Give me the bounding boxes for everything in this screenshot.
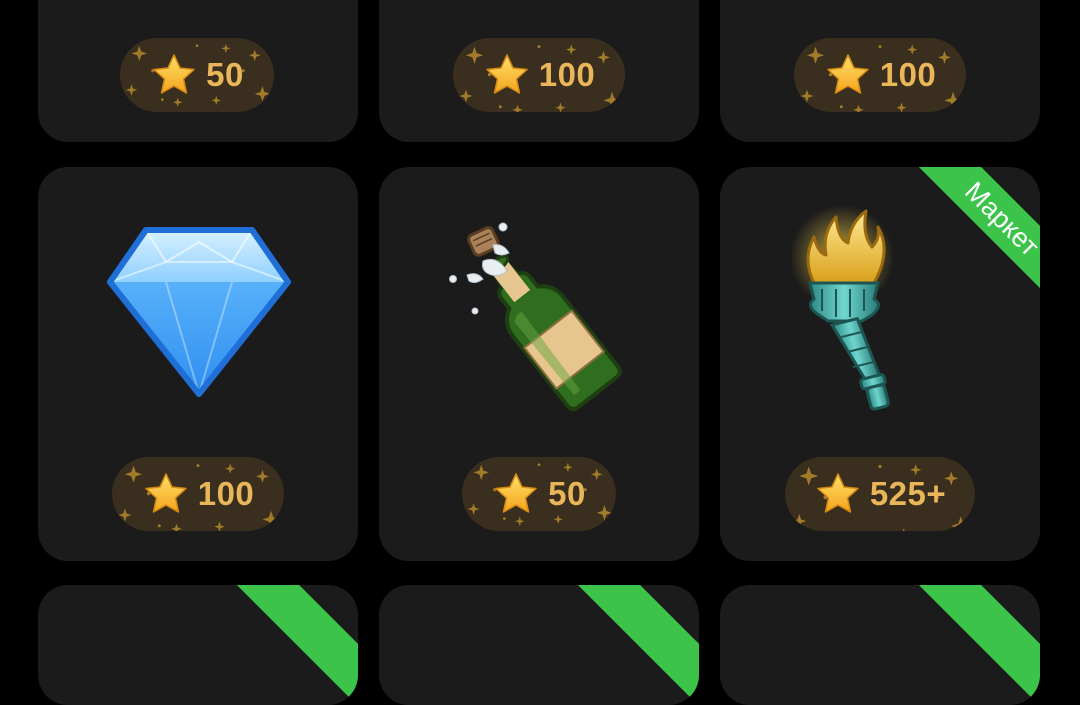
gift-card-9[interactable] <box>720 585 1040 705</box>
price-value: 100 <box>197 475 255 512</box>
price-value: 50 <box>206 56 244 93</box>
gift-card-2[interactable]: 100 <box>379 0 699 142</box>
gift-card-champagne[interactable]: 50 <box>379 167 699 561</box>
gift-card-torch[interactable]: Маркет 525+ <box>720 167 1040 561</box>
price-pill: 100 <box>794 38 966 112</box>
gift-card-3[interactable]: 100 <box>720 0 1040 142</box>
price-pill: 525+ <box>785 457 975 531</box>
price-value: 50 <box>548 475 586 512</box>
price-value: 100 <box>879 56 937 93</box>
gift-card-1[interactable]: 50 <box>38 0 358 142</box>
star-icon <box>824 51 872 99</box>
diamond-icon <box>107 227 291 398</box>
star-icon <box>142 470 190 518</box>
price-value: 525+ <box>869 475 947 512</box>
price-pill: 100 <box>112 457 284 531</box>
price-value: 100 <box>538 56 596 93</box>
market-badge <box>233 585 358 705</box>
star-icon <box>483 51 531 99</box>
champagne-icon <box>449 222 622 412</box>
price-pill: 50 <box>462 457 616 531</box>
gift-card-7[interactable] <box>38 585 358 705</box>
price-pill: 100 <box>453 38 625 112</box>
market-badge <box>915 585 1040 705</box>
price-pill: 50 <box>120 38 274 112</box>
market-badge: Маркет <box>915 167 1040 306</box>
star-icon <box>150 51 198 99</box>
star-icon <box>814 470 862 518</box>
torch-icon <box>792 205 894 411</box>
star-icon <box>492 470 540 518</box>
gift-card-8[interactable] <box>379 585 699 705</box>
gift-card-diamond[interactable]: 100 <box>38 167 358 561</box>
market-badge <box>574 585 699 705</box>
